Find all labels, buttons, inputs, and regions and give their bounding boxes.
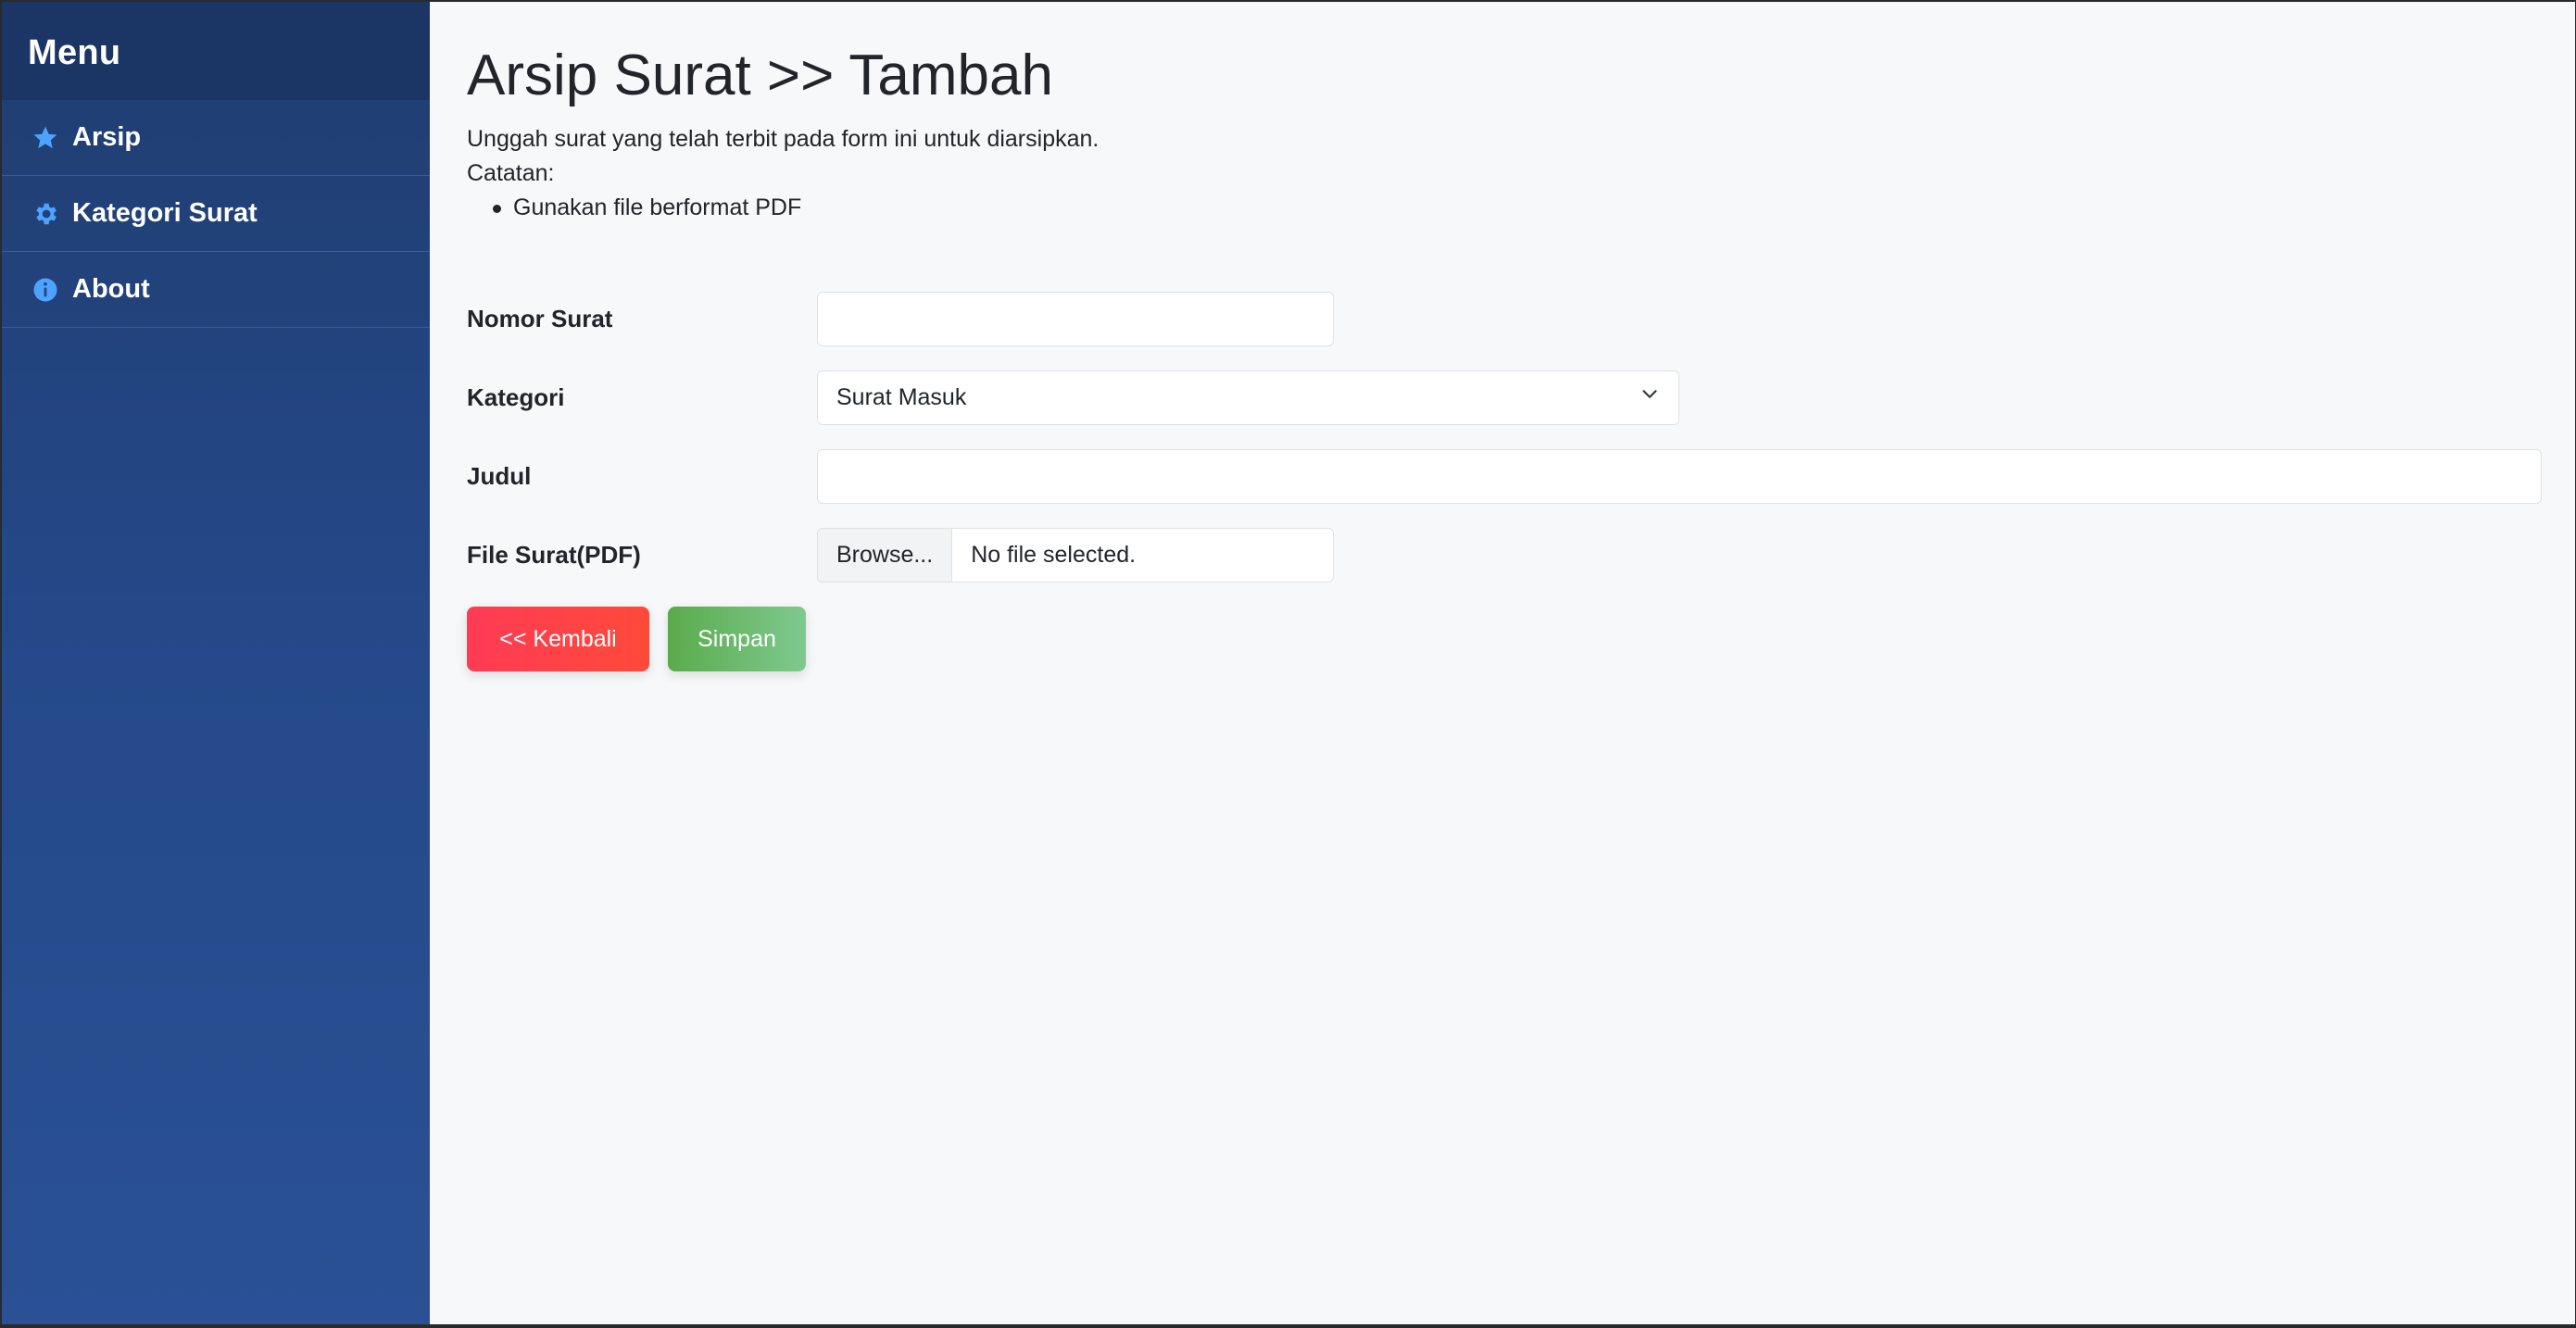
sidebar-item-kategori-surat[interactable]: Kategori Surat [2, 176, 430, 252]
sidebar-item-about[interactable]: About [2, 252, 430, 328]
nomor-surat-input[interactable] [817, 292, 1334, 346]
form-row-judul: Judul [467, 449, 2542, 504]
app-window: Menu Arsip Kategori Surat About Arsip Su… [2, 2, 2575, 1324]
archive-form: Nomor Surat Kategori Surat Masuk Judul F… [467, 292, 2542, 671]
kategori-selected-value: Surat Masuk [836, 384, 967, 410]
back-button[interactable]: << Kembali [467, 607, 649, 671]
note-list: Gunakan file berformat PDF [467, 191, 2542, 225]
form-row-nomor: Nomor Surat [467, 292, 2542, 346]
kategori-label: Kategori [467, 383, 565, 411]
sidebar: Menu Arsip Kategori Surat About [2, 2, 430, 1324]
star-icon [31, 124, 59, 152]
sidebar-header: Menu [2, 2, 430, 100]
note-item: Gunakan file berformat PDF [493, 191, 2542, 225]
main-content: Arsip Surat >> Tambah Unggah surat yang … [430, 2, 2575, 1324]
sidebar-item-label: Kategori Surat [72, 198, 258, 228]
nomor-surat-label: Nomor Surat [467, 305, 613, 332]
sidebar-item-arsip[interactable]: Arsip [2, 100, 430, 176]
file-surat-input[interactable]: Browse... No file selected. [817, 528, 1334, 583]
file-status-text: No file selected. [971, 542, 1137, 568]
sidebar-menu: Arsip Kategori Surat About [2, 100, 430, 328]
page-description: Unggah surat yang telah terbit pada form… [467, 126, 1100, 152]
sidebar-title: Menu [28, 33, 121, 72]
gear-icon [31, 200, 59, 228]
form-row-file: File Surat(PDF) Browse... No file select… [467, 528, 2542, 583]
save-button[interactable]: Simpan [668, 607, 806, 671]
form-row-kategori: Kategori Surat Masuk [467, 370, 2542, 425]
judul-label: Judul [467, 462, 532, 490]
page-title: Arsip Surat >> Tambah [467, 44, 1053, 107]
sidebar-item-label: About [72, 274, 150, 304]
form-actions: << Kembali Simpan [467, 607, 2542, 671]
judul-input[interactable] [817, 449, 2542, 504]
sidebar-item-label: Arsip [72, 122, 142, 152]
note-label: Catatan: [467, 160, 555, 186]
kategori-select[interactable]: Surat Masuk [817, 370, 1679, 425]
chevron-down-icon [1640, 384, 1660, 411]
info-icon [31, 276, 59, 304]
file-surat-label: File Surat(PDF) [467, 541, 641, 569]
browse-button[interactable]: Browse... [818, 529, 953, 582]
